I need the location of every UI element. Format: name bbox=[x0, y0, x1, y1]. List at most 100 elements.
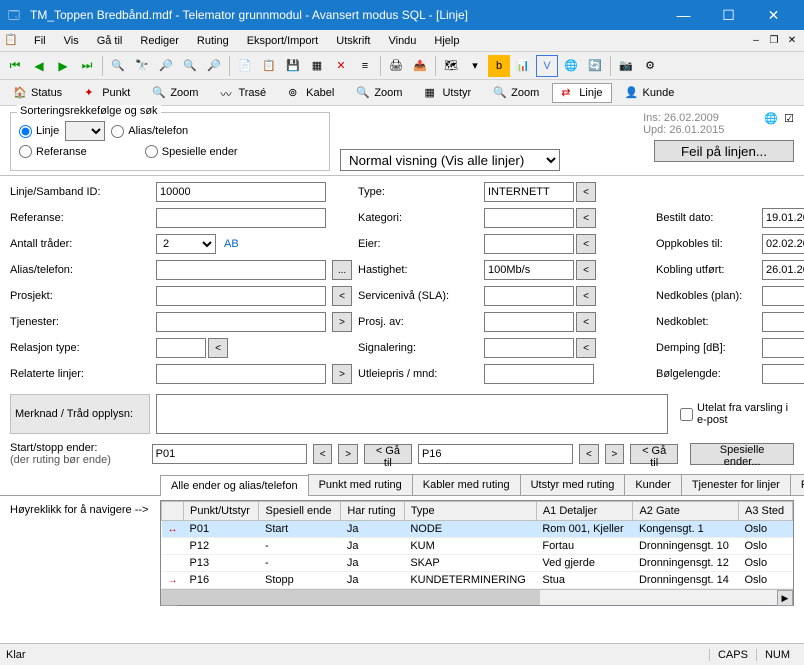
stopp-gatil[interactable]: < Gå til bbox=[630, 444, 678, 464]
tab-kabler[interactable]: Kabler med ruting bbox=[412, 474, 521, 495]
tab-r[interactable]: R bbox=[790, 474, 804, 495]
table-row[interactable]: ↔P01StartJaNODERom 001, KjellerKongensgt… bbox=[162, 521, 793, 538]
delete-button[interactable]: ✕ bbox=[330, 55, 352, 77]
chk-utelat[interactable]: Utelat fra varsling i e-post bbox=[674, 394, 794, 434]
kategori-pick[interactable]: < bbox=[576, 208, 596, 228]
input-start[interactable] bbox=[152, 444, 307, 464]
tab-tjenester[interactable]: Tjenester for linjer bbox=[681, 474, 791, 495]
input-eier[interactable] bbox=[484, 234, 574, 254]
menu-eksport[interactable]: Eksport/Import bbox=[239, 33, 327, 49]
input-type[interactable] bbox=[484, 182, 574, 202]
nav-first-button[interactable]: ⏮ bbox=[4, 55, 26, 77]
signalering-pick[interactable]: < bbox=[576, 338, 596, 358]
radio-referanse[interactable]: Referanse bbox=[19, 145, 87, 158]
view-select[interactable]: Normal visning (Vis alle linjer) bbox=[340, 149, 560, 171]
input-kobling[interactable] bbox=[762, 260, 804, 280]
binoculars-button[interactable]: 🔭 bbox=[131, 55, 153, 77]
input-nedkoblet[interactable] bbox=[762, 312, 804, 332]
hastighet-pick[interactable]: < bbox=[576, 260, 596, 280]
vis-button[interactable]: V bbox=[536, 55, 558, 77]
new-button[interactable]: 📄 bbox=[234, 55, 256, 77]
export-button[interactable]: 📤 bbox=[409, 55, 431, 77]
nav-last-button[interactable]: ⏭ bbox=[76, 55, 98, 77]
fields-button[interactable]: ▦ bbox=[306, 55, 328, 77]
module-status[interactable]: 🏠Status bbox=[4, 83, 71, 103]
nav-prev-button[interactable]: ◀ bbox=[28, 55, 50, 77]
ab-link[interactable]: AB bbox=[220, 238, 239, 250]
module-zoom3[interactable]: 🔍Zoom bbox=[484, 83, 548, 103]
bing-button[interactable]: b bbox=[488, 55, 510, 77]
minimize-button[interactable]: — bbox=[661, 0, 706, 30]
input-referanse[interactable] bbox=[156, 208, 326, 228]
radio-alias[interactable]: Alias/telefon bbox=[111, 125, 188, 138]
grid-col[interactable]: Type bbox=[404, 502, 536, 521]
prosjekt-pick[interactable]: < bbox=[332, 286, 352, 306]
tab-alle[interactable]: Alle ender og alias/telefon bbox=[160, 475, 309, 496]
zoom-in-button[interactable]: 🔎 bbox=[155, 55, 177, 77]
copy-button[interactable]: 📋 bbox=[258, 55, 280, 77]
stopp-more[interactable]: > bbox=[605, 444, 624, 464]
start-gatil[interactable]: < Gå til bbox=[364, 444, 412, 464]
radio-spesielle[interactable]: Spesielle ender bbox=[145, 145, 238, 158]
grid-col[interactable]: Har ruting bbox=[341, 502, 404, 521]
globe-pin-icon[interactable]: 🌐 bbox=[764, 112, 778, 125]
mdi-minimize[interactable]: – bbox=[748, 33, 764, 49]
print-button[interactable]: 🖨 bbox=[385, 55, 407, 77]
input-demping[interactable] bbox=[762, 338, 804, 358]
module-trase[interactable]: 〰Trasé bbox=[211, 83, 275, 103]
start-more[interactable]: > bbox=[338, 444, 357, 464]
mdi-close[interactable]: ✕ bbox=[784, 33, 800, 49]
fail-button[interactable]: Feil på linjen... bbox=[654, 140, 794, 162]
sort-linje-select[interactable] bbox=[65, 121, 105, 141]
save-button[interactable]: 💾 bbox=[282, 55, 304, 77]
relaterte-more[interactable]: > bbox=[332, 364, 352, 384]
alias-browse[interactable]: ... bbox=[332, 260, 352, 280]
input-signalering[interactable] bbox=[484, 338, 574, 358]
tab-utstyr[interactable]: Utstyr med ruting bbox=[520, 474, 626, 495]
start-pick[interactable]: < bbox=[313, 444, 332, 464]
net-button[interactable]: 📊 bbox=[512, 55, 534, 77]
tab-kunder[interactable]: Kunder bbox=[624, 474, 681, 495]
relasjon-pick[interactable]: < bbox=[208, 338, 228, 358]
eier-pick[interactable]: < bbox=[576, 234, 596, 254]
tjenester-more[interactable]: > bbox=[332, 312, 352, 332]
module-utstyr[interactable]: ▦Utstyr bbox=[415, 83, 480, 103]
input-bestilt[interactable] bbox=[762, 208, 804, 228]
module-zoom1[interactable]: 🔍Zoom bbox=[143, 83, 207, 103]
input-utleiepris[interactable] bbox=[484, 364, 594, 384]
grid-hscroll[interactable]: ◀ ▶ bbox=[161, 589, 793, 605]
map-button[interactable]: 🗺 bbox=[440, 55, 462, 77]
scroll-right-icon[interactable]: ▶ bbox=[777, 590, 793, 606]
grid-col[interactable]: Spesiell ende bbox=[259, 502, 341, 521]
map-dd-button[interactable]: ▾ bbox=[464, 55, 486, 77]
input-nedplan[interactable] bbox=[762, 286, 804, 306]
menu-rediger[interactable]: Rediger bbox=[132, 33, 187, 49]
menu-ruting[interactable]: Ruting bbox=[189, 33, 237, 49]
input-tjenester[interactable] bbox=[156, 312, 326, 332]
input-hastighet[interactable] bbox=[484, 260, 574, 280]
menu-vis[interactable]: Vis bbox=[56, 33, 87, 49]
input-stopp[interactable] bbox=[418, 444, 573, 464]
table-row[interactable]: →P16StoppJaKUNDETERMINERINGStuaDronninge… bbox=[162, 572, 793, 589]
menu-hjelp[interactable]: Hjelp bbox=[426, 33, 467, 49]
refresh-button[interactable]: 🔄 bbox=[584, 55, 606, 77]
input-relasjon[interactable] bbox=[156, 338, 206, 358]
mdi-restore[interactable]: ❐ bbox=[766, 33, 782, 49]
close-button[interactable]: ✕ bbox=[751, 0, 796, 30]
input-bolge[interactable] bbox=[762, 364, 804, 384]
grid-col[interactable]: A1 Detaljer bbox=[536, 502, 633, 521]
spesielle-ender-btn[interactable]: Spesielle ender... bbox=[690, 443, 794, 465]
menu-fil[interactable]: Fil bbox=[26, 33, 54, 49]
input-linjeid[interactable] bbox=[156, 182, 326, 202]
prosjav-pick[interactable]: < bbox=[576, 312, 596, 332]
zoom-out-button[interactable]: 🔍 bbox=[179, 55, 201, 77]
grid-col[interactable]: A3 Sted bbox=[738, 502, 792, 521]
camera-button[interactable]: 📷 bbox=[615, 55, 637, 77]
input-alias[interactable] bbox=[156, 260, 326, 280]
module-zoom2[interactable]: 🔍Zoom bbox=[347, 83, 411, 103]
module-linje[interactable]: ⇄Linje bbox=[552, 83, 611, 103]
zoom-fit-button[interactable]: 🔎 bbox=[203, 55, 225, 77]
list-button[interactable]: ≡ bbox=[354, 55, 376, 77]
globe-button[interactable]: 🌐 bbox=[560, 55, 582, 77]
tab-punkt-ruting[interactable]: Punkt med ruting bbox=[308, 474, 413, 495]
